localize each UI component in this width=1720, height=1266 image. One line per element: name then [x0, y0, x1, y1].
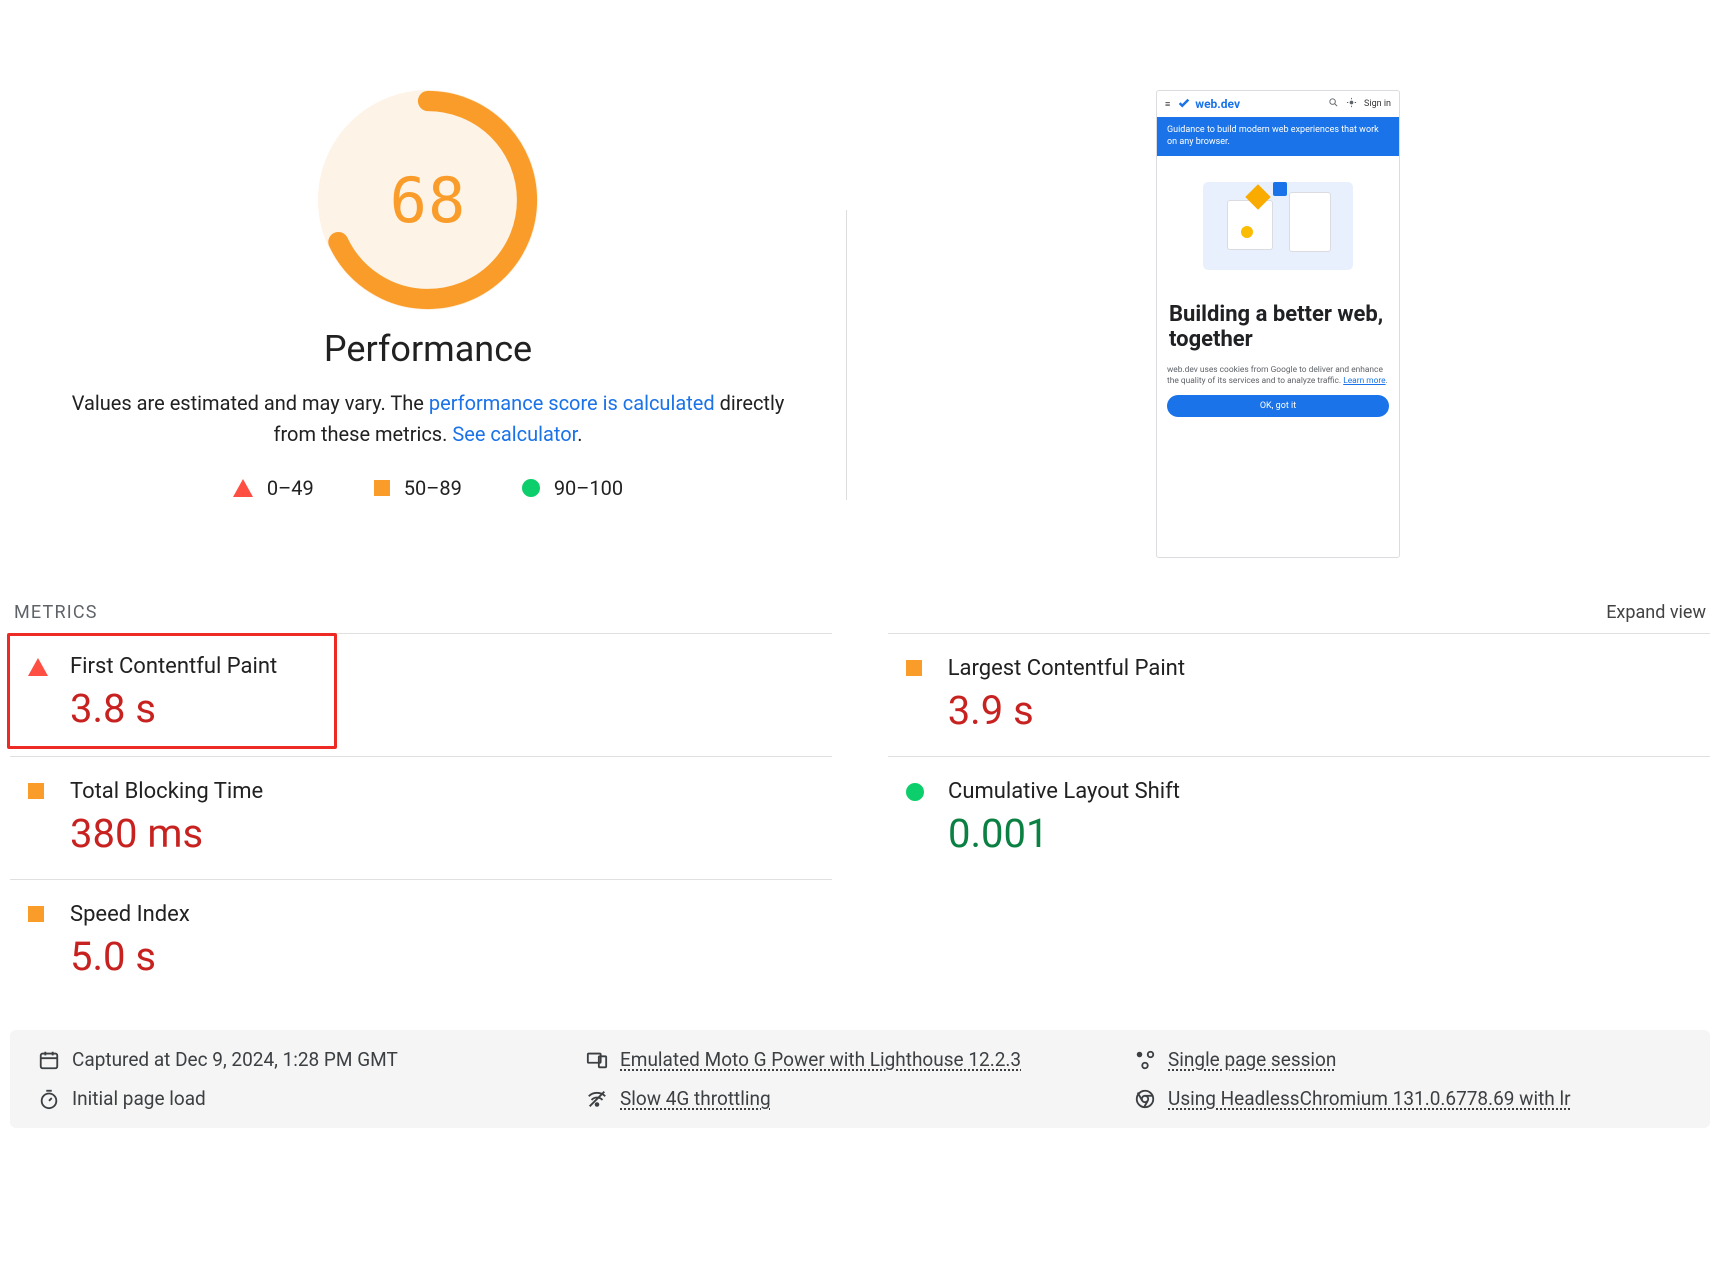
metric-name: Largest Contentful Paint	[948, 656, 1185, 681]
metric-name: Speed Index	[70, 902, 190, 927]
chrome-icon	[1134, 1088, 1156, 1110]
search-icon	[1328, 97, 1339, 111]
metric-name: Total Blocking Time	[70, 779, 263, 804]
metric-cls[interactable]: Cumulative Layout Shift 0.001	[888, 756, 1710, 879]
expand-view-toggle[interactable]: Expand view	[1606, 602, 1706, 623]
nodes-icon	[1134, 1049, 1156, 1071]
legend-poor: 0–49	[233, 476, 314, 500]
vertical-separator	[846, 210, 847, 500]
metric-value: 3.9 s	[948, 687, 1185, 734]
metric-fcp[interactable]: First Contentful Paint 3.8 s	[10, 636, 314, 746]
captured-at: Captured at Dec 9, 2024, 1:28 PM GMT	[38, 1048, 586, 1071]
devices-icon	[586, 1049, 608, 1071]
signin-label: Sign in	[1364, 99, 1391, 109]
triangle-red-icon	[233, 479, 253, 497]
session-type[interactable]: Single page session	[1134, 1048, 1682, 1071]
square-orange-icon	[374, 480, 390, 496]
square-orange-icon	[28, 906, 44, 922]
performance-summary: 68 Performance Values are estimated and …	[10, 90, 1710, 558]
preview-accept-button: OK, got it	[1167, 395, 1389, 417]
circle-green-icon	[906, 783, 924, 801]
user-agent[interactable]: Using HeadlessChromium 131.0.6778.69 wit…	[1134, 1087, 1682, 1110]
square-orange-icon	[906, 660, 922, 676]
score-legend: 0–49 50–89 90–100	[233, 476, 623, 500]
load-type: Initial page load	[38, 1087, 586, 1110]
site-logo: web.dev	[1177, 97, 1240, 111]
legend-mid: 50–89	[374, 476, 462, 500]
metric-lcp[interactable]: Largest Contentful Paint 3.9 s	[888, 633, 1710, 756]
metric-si[interactable]: Speed Index 5.0 s	[10, 879, 832, 1002]
metrics-grid: First Contentful Paint 3.8 s Largest Con…	[10, 633, 1710, 1002]
theme-icon	[1346, 97, 1357, 111]
preview-heading: Building a better web, together	[1157, 296, 1399, 354]
score-gauge: 68	[318, 90, 538, 310]
stopwatch-icon	[38, 1088, 60, 1110]
score-description: Values are estimated and may vary. The p…	[60, 388, 796, 450]
score-calc-link[interactable]: performance score is calculated	[429, 391, 715, 415]
square-orange-icon	[28, 783, 44, 799]
metric-value: 0.001	[948, 810, 1180, 857]
triangle-red-icon	[28, 658, 48, 676]
score-value: 68	[318, 90, 538, 310]
run-settings-footer: Captured at Dec 9, 2024, 1:28 PM GMT Emu…	[10, 1030, 1710, 1128]
network-throttling[interactable]: Slow 4G throttling	[586, 1087, 1134, 1110]
metric-value: 380 ms	[70, 810, 263, 857]
legend-good: 90–100	[522, 476, 623, 500]
metrics-section-label: METRICS	[14, 602, 98, 623]
preview-banner: Guidance to build modern web experiences…	[1157, 117, 1399, 156]
calendar-icon	[38, 1049, 60, 1071]
gauge-title: Performance	[324, 328, 532, 370]
metric-name: First Contentful Paint	[70, 654, 277, 679]
highlighted-metric: First Contentful Paint 3.8 s	[7, 633, 337, 749]
metric-tbt[interactable]: Total Blocking Time 380 ms	[10, 756, 832, 879]
preview-illustration	[1157, 156, 1399, 296]
emulated-device[interactable]: Emulated Moto G Power with Lighthouse 12…	[586, 1048, 1134, 1071]
metric-name: Cumulative Layout Shift	[948, 779, 1180, 804]
preview-cookie-text: web.dev uses cookies from Google to deli…	[1167, 365, 1389, 388]
metric-value: 5.0 s	[70, 933, 190, 980]
menu-icon: ≡	[1165, 99, 1170, 110]
circle-green-icon	[522, 479, 540, 497]
network-icon	[586, 1088, 608, 1110]
see-calculator-link[interactable]: See calculator	[452, 422, 577, 446]
page-screenshot-thumbnail[interactable]: ≡ web.dev Sign in Guidance to build mode…	[1156, 90, 1400, 558]
metric-value: 3.8 s	[70, 685, 277, 732]
